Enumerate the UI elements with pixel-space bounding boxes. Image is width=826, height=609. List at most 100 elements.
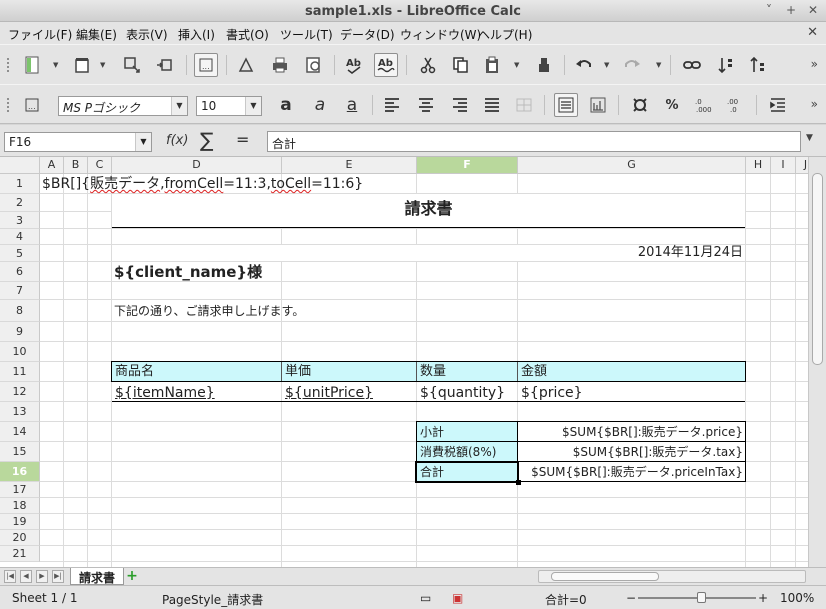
header-amount[interactable]: 金額 <box>521 363 547 381</box>
chevron-down-icon[interactable]: ▼ <box>514 61 522 69</box>
row-header-10[interactable]: 10 <box>0 342 40 362</box>
formula-input[interactable]: 合計 <box>267 131 801 152</box>
indent-icon[interactable] <box>766 93 790 117</box>
sort-ascending-icon[interactable] <box>714 53 738 77</box>
clone-format-icon[interactable] <box>532 53 556 77</box>
print-icon[interactable] <box>268 53 292 77</box>
align-left-icon[interactable] <box>380 93 404 117</box>
sort-descending-icon[interactable] <box>746 53 770 77</box>
name-box[interactable]: F16 ▼ <box>4 132 152 152</box>
header-quantity[interactable]: 数量 <box>420 363 446 381</box>
select-all-corner[interactable] <box>0 157 40 174</box>
new-icon[interactable] <box>20 53 44 77</box>
next-sheet-icon[interactable]: ▶ <box>36 570 48 583</box>
print-preview-icon[interactable] <box>302 53 326 77</box>
cell-message[interactable]: 下記の通り、ご請求申し上げます。 <box>114 302 304 320</box>
column-header-i[interactable]: I <box>771 157 796 174</box>
function-wizard-icon[interactable]: f(x) <box>166 133 188 148</box>
row-header-12[interactable]: 12 <box>0 382 40 402</box>
header-unit-price[interactable]: 単価 <box>285 363 311 381</box>
row-header-15[interactable]: 15 <box>0 442 40 462</box>
row-header-16[interactable]: 16 <box>0 462 40 482</box>
row-header-1[interactable]: 1 <box>0 174 40 194</box>
export-pdf-icon[interactable] <box>234 53 258 77</box>
align-right-icon[interactable] <box>448 93 472 117</box>
cell-total[interactable]: $SUM{$BR[]:販売データ.priceInTax} <box>520 463 743 481</box>
styles-icon[interactable]: ... <box>20 93 44 117</box>
page-style[interactable]: PageStyle_請求書 <box>162 591 263 608</box>
vertical-scrollbar[interactable] <box>808 157 826 567</box>
chevron-down-icon[interactable]: ▼ <box>135 133 151 151</box>
equals-icon[interactable]: = <box>236 130 249 149</box>
more-tools-icon[interactable]: » <box>811 97 818 111</box>
copy-icon[interactable] <box>448 53 472 77</box>
vertical-align-icon[interactable] <box>586 93 610 117</box>
minimize-icon[interactable]: ˅ <box>762 3 776 17</box>
menu-help[interactable]: ヘルプ(H) <box>478 26 532 43</box>
spellcheck-icon[interactable]: Ab <box>342 53 366 77</box>
row-header-14[interactable]: 14 <box>0 422 40 442</box>
column-header-e[interactable]: E <box>282 157 417 174</box>
menu-data[interactable]: データ(D) <box>340 26 395 43</box>
menu-file[interactable]: ファイル(F) <box>8 26 72 43</box>
align-center-icon[interactable] <box>414 93 438 117</box>
invoice-title[interactable]: 請求書 <box>112 200 745 218</box>
row-header-8[interactable]: 8 <box>0 300 40 322</box>
sum-icon[interactable]: ∑ <box>200 128 213 152</box>
last-sheet-icon[interactable]: ▶| <box>52 570 64 583</box>
add-decimal-icon[interactable]: .0.000 <box>692 93 716 117</box>
column-header-c[interactable]: C <box>88 157 112 174</box>
underline-icon[interactable]: a <box>340 93 364 117</box>
cut-icon[interactable] <box>416 53 440 77</box>
row-header-9[interactable]: 9 <box>0 322 40 342</box>
row-header-21[interactable]: 21 <box>0 546 40 562</box>
chevron-down-icon[interactable]: ▼ <box>245 97 261 115</box>
cell-price[interactable]: ${price} <box>521 384 583 402</box>
font-name-combo[interactable]: MS Pゴシック ▼ <box>58 96 188 116</box>
row-header-5[interactable]: 5 <box>0 245 40 262</box>
row-header-11[interactable]: 11 <box>0 362 40 382</box>
template-icon[interactable] <box>70 53 94 77</box>
cell-client-name[interactable]: ${client_name}様 <box>114 263 262 281</box>
column-header-a[interactable]: A <box>40 157 64 174</box>
maximize-icon[interactable]: + <box>784 3 798 17</box>
undo-icon[interactable] <box>572 53 596 77</box>
justify-icon[interactable] <box>480 93 504 117</box>
cell-tax[interactable]: $SUM{$BR[]:販売データ.tax} <box>520 443 743 461</box>
column-header-d[interactable]: D <box>112 157 282 174</box>
row-header-2[interactable]: 2 <box>0 194 40 212</box>
spreadsheet-grid[interactable]: A B C D E F G H I J 1 2 3 4 5 6 7 8 9 10… <box>0 157 808 567</box>
label-tax[interactable]: 消費税額(8%) <box>420 443 496 461</box>
save-icon[interactable] <box>152 53 176 77</box>
cell-subtotal[interactable]: $SUM{$BR[]:販売データ.price} <box>520 423 743 441</box>
autospell-icon[interactable]: Ab <box>374 53 398 77</box>
row-header-6[interactable]: 6 <box>0 262 40 282</box>
paste-icon[interactable] <box>480 53 504 77</box>
chevron-down-icon[interactable]: ▼ <box>656 61 664 69</box>
row-header-20[interactable]: 20 <box>0 530 40 546</box>
row-header-19[interactable]: 19 <box>0 514 40 530</box>
open-icon[interactable] <box>120 53 144 77</box>
row-header-17[interactable]: 17 <box>0 482 40 498</box>
column-header-b[interactable]: B <box>64 157 88 174</box>
more-tools-icon[interactable]: » <box>811 57 818 71</box>
sheet-tab-invoice[interactable]: 請求書 <box>70 568 125 585</box>
toolbar-grip[interactable] <box>6 57 10 73</box>
expand-formula-icon[interactable]: ▼ <box>806 133 813 143</box>
merge-cells-icon[interactable] <box>512 93 536 117</box>
redo-icon[interactable] <box>620 53 644 77</box>
vertical-scroll-thumb[interactable] <box>812 173 823 365</box>
sum-indicator[interactable]: 合計=0 <box>545 591 587 608</box>
row-header-7[interactable]: 7 <box>0 282 40 300</box>
horizontal-scrollbar[interactable] <box>538 570 806 583</box>
label-subtotal[interactable]: 小計 <box>420 423 444 441</box>
menu-view[interactable]: 表示(V) <box>126 26 168 43</box>
zoom-out-icon[interactable]: − <box>626 591 636 605</box>
cell-item-name[interactable]: ${itemName} <box>115 384 215 402</box>
chevron-down-icon[interactable]: ▼ <box>53 61 61 69</box>
cell-a1[interactable]: $BR[]{販売データ,fromCell=11:3,toCell=11:6} <box>42 175 363 193</box>
close-window-icon[interactable]: ✕ <box>806 3 820 17</box>
close-document-icon[interactable]: ✕ <box>807 25 818 40</box>
cell-date[interactable]: 2014年11月24日 <box>520 244 743 262</box>
previous-sheet-icon[interactable]: ◀ <box>20 570 32 583</box>
